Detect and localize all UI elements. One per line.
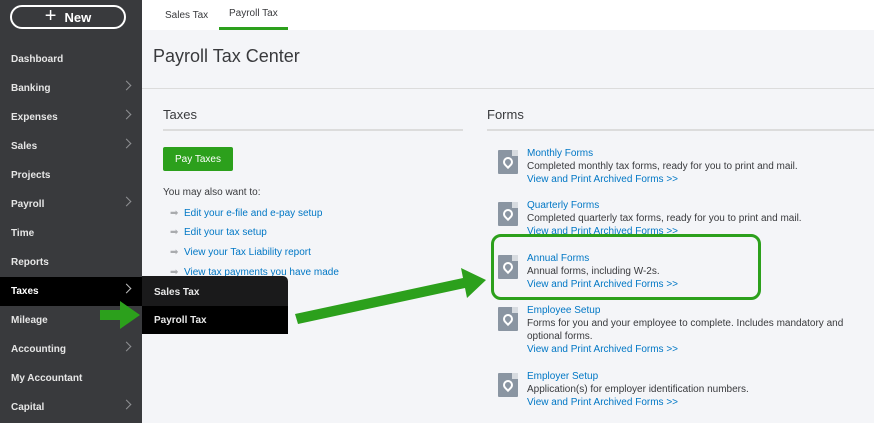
taxes-section-rule xyxy=(163,129,463,131)
arrow-right-icon: ➡ xyxy=(170,246,179,258)
tab-payroll-tax[interactable]: Payroll Tax xyxy=(219,0,288,30)
link-label: Edit your e-file and e-pay setup xyxy=(184,207,323,219)
new-button[interactable]: + New xyxy=(10,5,126,29)
app-root: + New Dashboard Banking Expenses Sales P… xyxy=(0,0,874,423)
nav-label: Time xyxy=(11,228,35,239)
pay-taxes-button[interactable]: Pay Taxes xyxy=(163,147,233,171)
plus-icon: + xyxy=(44,5,57,27)
may-also-want-text: You may also want to: xyxy=(163,187,261,198)
form-title-link[interactable]: Quarterly Forms xyxy=(527,200,599,211)
taxes-section-title: Taxes xyxy=(163,107,197,122)
tab-label: Payroll Tax xyxy=(229,8,278,19)
edit-efile-link[interactable]: ➡ Edit your e-file and e-pay setup xyxy=(170,206,322,220)
nav-label: Dashboard xyxy=(11,54,64,65)
nav-label: Reports xyxy=(11,257,49,268)
form-description: Forms for you and your employee to compl… xyxy=(527,318,844,342)
forms-section-title: Forms xyxy=(487,107,524,122)
pdf-document-icon xyxy=(498,150,518,174)
nav-item-time[interactable]: Time xyxy=(0,219,142,248)
nav-item-taxes[interactable]: Taxes xyxy=(0,277,142,306)
chevron-right-icon xyxy=(121,138,132,149)
nav-label: Mileage xyxy=(11,315,48,326)
chevron-right-icon xyxy=(121,341,132,352)
chevron-right-icon xyxy=(121,312,132,323)
tab-bar: Sales Tax Payroll Tax xyxy=(142,0,874,30)
chevron-right-icon xyxy=(121,283,132,294)
edit-tax-setup-link[interactable]: ➡ Edit your tax setup xyxy=(170,225,267,239)
form-title-link[interactable]: Monthly Forms xyxy=(527,148,593,159)
tab-label: Sales Tax xyxy=(165,9,209,21)
form-description: Completed quarterly tax forms, ready for… xyxy=(527,213,802,224)
chevron-right-icon xyxy=(121,399,132,410)
nav-item-reports[interactable]: Reports xyxy=(0,248,142,277)
nav-item-payroll[interactable]: Payroll xyxy=(0,190,142,219)
nav-label: Expenses xyxy=(11,112,58,123)
form-title-link[interactable]: Employer Setup xyxy=(527,371,598,382)
header-divider xyxy=(142,88,874,89)
nav-item-dashboard[interactable]: Dashboard xyxy=(0,45,142,74)
nav-item-capital[interactable]: Capital xyxy=(0,393,142,422)
annual-forms-highlight-box xyxy=(491,234,761,300)
flyout-item-payroll-tax[interactable]: Payroll Tax xyxy=(142,306,288,334)
flyout-item-sales-tax[interactable]: Sales Tax xyxy=(142,278,288,306)
nav-item-expenses[interactable]: Expenses xyxy=(0,103,142,132)
arrow-right-icon: ➡ xyxy=(170,226,179,238)
archived-forms-link[interactable]: View and Print Archived Forms >> xyxy=(527,344,678,355)
flyout-label: Sales Tax xyxy=(154,286,200,298)
new-button-label: New xyxy=(64,9,92,25)
nav-label: Projects xyxy=(11,170,51,181)
form-title-link[interactable]: Employee Setup xyxy=(527,305,600,316)
page-title: Payroll Tax Center xyxy=(153,46,300,66)
nav-item-accounting[interactable]: Accounting xyxy=(0,335,142,364)
arrow-right-icon: ➡ xyxy=(170,207,179,219)
pdf-document-icon xyxy=(498,307,518,331)
nav-item-banking[interactable]: Banking xyxy=(0,74,142,103)
left-navigation: + New Dashboard Banking Expenses Sales P… xyxy=(0,0,142,423)
pdf-document-icon xyxy=(498,373,518,397)
forms-section-rule xyxy=(487,129,874,131)
main-content: Sales Tax Payroll Tax Payroll Tax Center… xyxy=(142,0,874,423)
archived-forms-link[interactable]: View and Print Archived Forms >> xyxy=(527,397,678,408)
pdf-document-icon xyxy=(498,202,518,226)
nav-item-mileage[interactable]: Mileage xyxy=(0,306,142,335)
nav-item-projects[interactable]: Projects xyxy=(0,161,142,190)
link-label: View your Tax Liability report xyxy=(184,246,311,258)
nav-label: Capital xyxy=(11,402,45,413)
flyout-label: Payroll Tax xyxy=(154,314,207,326)
nav-label: Accounting xyxy=(11,344,66,355)
tax-liability-report-link[interactable]: ➡ View your Tax Liability report xyxy=(170,245,311,259)
form-description: Application(s) for employer identificati… xyxy=(527,384,749,395)
nav-label: Payroll xyxy=(11,199,45,210)
chevron-right-icon xyxy=(121,196,132,207)
link-label: Edit your tax setup xyxy=(184,226,267,238)
taxes-flyout-menu: Sales Tax Payroll Tax xyxy=(142,276,288,334)
nav-item-sales[interactable]: Sales xyxy=(0,132,142,161)
archived-forms-link[interactable]: View and Print Archived Forms >> xyxy=(527,174,678,185)
chevron-right-icon xyxy=(121,109,132,120)
chevron-right-icon xyxy=(121,80,132,91)
form-description: Completed monthly tax forms, ready for y… xyxy=(527,161,798,172)
nav-label: Sales xyxy=(11,141,38,152)
nav-label: Banking xyxy=(11,83,51,94)
tab-sales-tax[interactable]: Sales Tax xyxy=(165,0,208,30)
nav-label: My Accountant xyxy=(11,373,83,384)
nav-label: Taxes xyxy=(11,286,39,297)
nav-item-my-accountant[interactable]: My Accountant xyxy=(0,364,142,393)
